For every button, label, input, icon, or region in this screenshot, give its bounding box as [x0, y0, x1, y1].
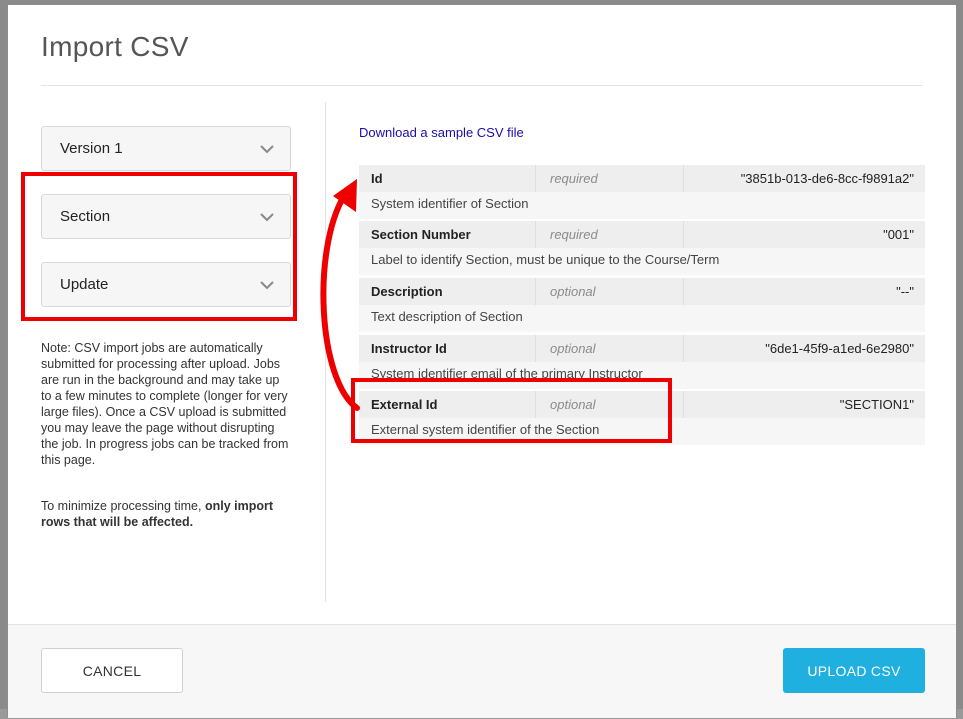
field-separator — [683, 391, 684, 418]
field-description: Text description of Section — [371, 309, 523, 324]
field-row-description: Description optional "--" Text descripti… — [359, 278, 925, 332]
version-select[interactable]: Version 1 — [41, 126, 291, 171]
highlight-box-external-id — [351, 378, 672, 443]
field-row-section-number: Section Number required "001" Label to i… — [359, 221, 925, 275]
field-row-id: Id required "3851b-013-de6-8cc-f9891a2" … — [359, 165, 925, 219]
field-header — [359, 278, 925, 305]
highlight-box-selectors — [21, 172, 297, 321]
field-name: Id — [371, 171, 383, 186]
field-separator — [683, 335, 684, 362]
field-separator — [683, 221, 684, 248]
field-sample-value: "SECTION1" — [839, 397, 914, 412]
field-sample-value: "--" — [896, 284, 914, 299]
field-name: Section Number — [371, 227, 471, 242]
import-tip: To minimize processing time, only import… — [41, 498, 291, 530]
cancel-button[interactable]: CANCEL — [41, 648, 183, 693]
upload-csv-button[interactable]: UPLOAD CSV — [783, 648, 925, 693]
field-separator — [535, 221, 536, 248]
import-csv-modal: Import CSV Version 1 Section Update Note… — [7, 4, 957, 718]
field-sample-value: "001" — [883, 227, 914, 242]
import-note: Note: CSV import jobs are automatically … — [41, 341, 289, 467]
field-description: System identifier of Section — [371, 196, 529, 211]
import-tip-prefix: To minimize processing time, — [41, 499, 205, 513]
field-separator — [683, 278, 684, 305]
field-separator — [535, 335, 536, 362]
field-requirement: optional — [550, 341, 596, 356]
field-separator — [535, 278, 536, 305]
field-requirement: required — [550, 171, 598, 186]
field-name: Instructor Id — [371, 341, 447, 356]
version-select-value: Version 1 — [60, 140, 123, 157]
field-separator — [535, 165, 536, 192]
field-sample-value: "6de1-45f9-a1ed-6e2980" — [765, 341, 914, 356]
column-divider — [325, 102, 326, 602]
title-divider — [41, 85, 923, 86]
download-sample-link[interactable]: Download a sample CSV file — [359, 125, 524, 140]
modal-title: Import CSV — [41, 31, 189, 62]
field-separator — [683, 165, 684, 192]
field-description: Label to identify Section, must be uniqu… — [371, 252, 720, 267]
field-requirement: optional — [550, 284, 596, 299]
field-name: Description — [371, 284, 443, 299]
chevron-down-icon — [260, 145, 274, 154]
field-sample-value: "3851b-013-de6-8cc-f9891a2" — [740, 171, 914, 186]
field-requirement: required — [550, 227, 598, 242]
